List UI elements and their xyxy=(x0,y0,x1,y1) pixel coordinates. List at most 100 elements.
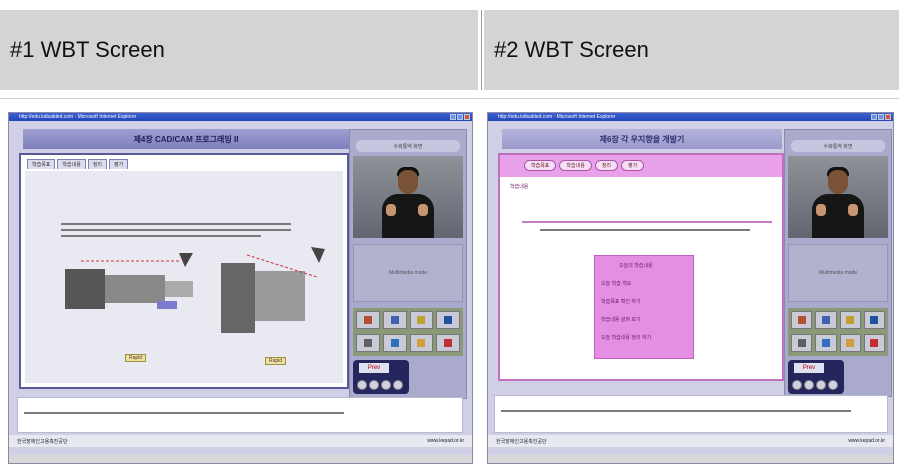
navigation-panel: Prev xyxy=(788,360,844,394)
table-divider xyxy=(0,98,899,99)
tool-button[interactable] xyxy=(815,333,837,352)
browser-titlebar: http://edu.kdisabled.com - Microsoft Int… xyxy=(9,113,472,121)
tool-button[interactable] xyxy=(382,311,407,329)
lesson-tabs: 학습목표 학습내용 정리 평가 xyxy=(524,160,645,171)
tool-button[interactable] xyxy=(409,311,434,329)
maximize-icon xyxy=(878,114,884,120)
footer-org: 한국장애인고용촉진공단 xyxy=(17,438,68,445)
tab-objectives[interactable]: 학습목표 xyxy=(27,159,56,169)
nav-controls xyxy=(792,380,838,390)
tool-button[interactable] xyxy=(356,333,380,352)
lesson-title: 제6장 각 우지향을 개발기 xyxy=(599,134,685,144)
header-label-1: #1 WBT Screen xyxy=(10,37,165,62)
nav-circle-icon[interactable] xyxy=(792,380,802,390)
header-label-2: #2 WBT Screen xyxy=(494,37,649,62)
lathe-diagram xyxy=(65,247,325,333)
tool-buttons xyxy=(353,308,463,356)
wbt-screenshot-2: http://edu.kdisabled.com - Microsoft Int… xyxy=(487,112,894,464)
footer-url[interactable]: www.kepad.or.kr xyxy=(427,438,464,444)
lesson-tabs: 학습목표 학습내용 정리 평가 xyxy=(27,159,129,169)
outline-item-4[interactable]: 오늘 학습내용 정리 하기 xyxy=(601,334,651,341)
footer-url[interactable]: www.kepad.or.kr xyxy=(848,438,885,444)
outline-item-3[interactable]: 학습내용 살펴 보기 xyxy=(601,316,641,323)
nav-circle-icon[interactable] xyxy=(357,380,367,390)
footer-org: 한국장애인고용촉진공단 xyxy=(496,438,547,445)
nav-circle-icon[interactable] xyxy=(828,380,838,390)
nav-circle-icon[interactable] xyxy=(369,380,379,390)
outline-title: 오늘의 학습내용 xyxy=(619,263,653,269)
prev-button[interactable]: Prev xyxy=(359,363,389,373)
tool-button[interactable] xyxy=(863,311,885,329)
section-heading: 학습내용 xyxy=(510,184,529,190)
browser-titlebar: http://edu.kdisabled.com - Microsoft Int… xyxy=(488,113,893,121)
tab-contents[interactable]: 학습내용 xyxy=(559,160,592,171)
text-line xyxy=(540,229,750,231)
status-bar xyxy=(488,455,893,463)
interpreter-figure xyxy=(378,160,438,238)
maximize-icon xyxy=(457,114,463,120)
tab-summary[interactable]: 정리 xyxy=(594,160,619,171)
sign-interpreter-video xyxy=(788,156,888,238)
lesson-content-panel: 학습목표 학습내용 정리 평가 학습내용 오늘의 학습내용 오늘 학습 개요 학… xyxy=(498,153,784,381)
lesson-title: 제4장 CAD/CAM 프로그래밍 II xyxy=(133,134,239,144)
text-line xyxy=(61,229,291,231)
prev-button[interactable]: Prev xyxy=(794,363,824,373)
tool-button[interactable] xyxy=(382,333,407,352)
text-line xyxy=(61,223,291,225)
subtitle-line xyxy=(501,410,851,412)
nav-controls xyxy=(357,380,403,390)
nav-circle-icon[interactable] xyxy=(816,380,826,390)
lesson-content-panel: 학습목표 학습내용 정리 평가 Rapid Rapid xyxy=(19,153,349,389)
status-bar xyxy=(9,455,472,463)
lesson-title-bar: 제4장 CAD/CAM 프로그래밍 II xyxy=(23,129,349,149)
tool-button[interactable] xyxy=(409,333,434,352)
tab-quiz[interactable]: 평가 xyxy=(109,159,129,169)
tool-button[interactable] xyxy=(839,311,861,329)
subtitle-box xyxy=(17,397,463,433)
page-footer: 한국장애인고용촉진공단 www.kepad.or.kr xyxy=(9,435,472,447)
browser-title: http://edu.kdisabled.com - Microsoft Int… xyxy=(498,114,616,120)
nav-circle-icon[interactable] xyxy=(804,380,814,390)
tool-button[interactable] xyxy=(815,311,837,329)
page-footer: 한국장애인고용촉진공단 www.kepad.or.kr xyxy=(488,435,893,447)
sign-interpreter-video xyxy=(353,156,463,238)
sign-panel-header: 수화통역 화면 xyxy=(356,140,460,152)
tool-button[interactable] xyxy=(356,311,380,329)
subtitle-line xyxy=(24,412,344,414)
sign-panel-header: 수화통역 화면 xyxy=(791,140,885,152)
tool-button[interactable] xyxy=(436,333,460,352)
text-line xyxy=(61,235,261,237)
outline-item-1[interactable]: 오늘 학습 개요 xyxy=(601,280,631,287)
window-controls[interactable] xyxy=(450,114,470,120)
navigation-panel: Prev xyxy=(353,360,409,394)
multimedia-box: Multimedia mode xyxy=(788,244,888,302)
tool-button[interactable] xyxy=(791,333,813,352)
rapid-label-a[interactable]: Rapid xyxy=(125,354,147,362)
browser-title: http://edu.kdisabled.com - Microsoft Int… xyxy=(19,114,137,120)
wbt-screenshot-1: http://edu.kdisabled.com - Microsoft Int… xyxy=(8,112,473,464)
tool-button[interactable] xyxy=(436,311,460,329)
pink-header: 학습목표 학습내용 정리 평가 xyxy=(500,155,782,177)
nav-circle-icon[interactable] xyxy=(393,380,403,390)
rapid-label-b[interactable]: Rapid xyxy=(265,357,287,365)
tab-quiz[interactable]: 평가 xyxy=(621,160,645,171)
tab-summary[interactable]: 정리 xyxy=(87,159,108,169)
header-divider xyxy=(481,10,482,90)
minimize-icon xyxy=(871,114,877,120)
tool-button[interactable] xyxy=(839,333,861,352)
window-controls[interactable] xyxy=(871,114,891,120)
sign-language-panel: 수화통역 화면 Multimedia mode Prev xyxy=(349,129,467,399)
close-icon xyxy=(464,114,470,120)
lesson-title-bar: 제6장 각 우지향을 개발기 xyxy=(502,129,782,149)
tab-objectives[interactable]: 학습목표 xyxy=(524,160,557,171)
nav-circle-icon[interactable] xyxy=(381,380,391,390)
tab-contents[interactable]: 학습내용 xyxy=(57,159,86,169)
tool-button[interactable] xyxy=(863,333,885,352)
interpreter-figure xyxy=(808,160,868,238)
tool-button[interactable] xyxy=(791,311,813,329)
subtitle-box xyxy=(494,395,888,433)
divider-line xyxy=(522,221,772,223)
close-icon xyxy=(885,114,891,120)
outline-item-2[interactable]: 학습목표 확인 하기 xyxy=(601,298,641,305)
multimedia-box: Multimedia mode xyxy=(353,244,463,302)
